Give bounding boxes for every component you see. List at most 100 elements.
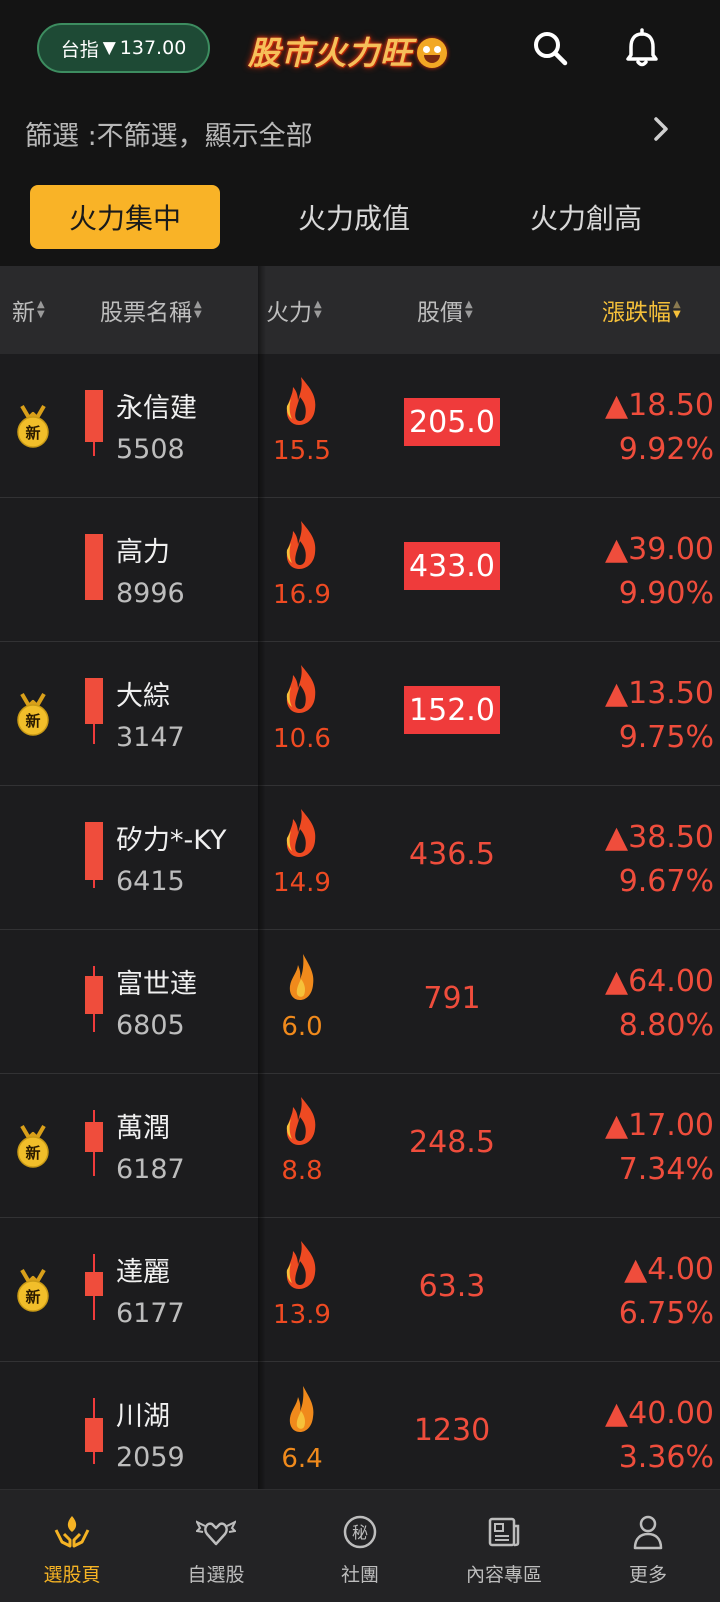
index-label: 台指 <box>60 38 99 61</box>
stock-name: 達麗 <box>116 1257 170 1288</box>
flame-icon <box>286 521 316 569</box>
change-percent: 9.92% <box>618 432 714 467</box>
stock-name: 高力 <box>116 537 170 568</box>
candlestick-icon <box>85 822 103 888</box>
bottom-nav: 選股頁 自選股 秘 社團 內容專區 更多 <box>0 1489 720 1602</box>
nav-more[interactable]: 更多 <box>576 1490 720 1602</box>
tab-fire-high[interactable]: 火力創高 <box>490 185 682 249</box>
frozen-column-shadow <box>258 266 266 1489</box>
nav-label: 內容專區 <box>465 1564 542 1586</box>
stock-row-2059[interactable]: 新 川湖 2059 6.4 1230 ▲40.00 3.36% <box>0 1362 720 1506</box>
stock-row-6415[interactable]: 新 矽力*-KY 6415 14.9 436.5 ▲38.50 9.67% <box>0 786 720 930</box>
stock-row-3147[interactable]: 新 大綜 3147 10.6 152.0 ▲13.50 9.75% <box>0 642 720 786</box>
price-change: ▲18.50 9.92% <box>605 384 714 472</box>
svg-text:新: 新 <box>25 1144 40 1162</box>
change-percent: 7.34% <box>618 1152 714 1187</box>
col-fire[interactable]: 火力 ▲ ▼ <box>266 266 322 354</box>
column-header-row: 新 ▲ ▼ 股票名稱 ▲ ▼ 火力 ▲ ▼ 股價 ▲ ▼ 漲跌幅 ▲ ▼ <box>0 266 720 354</box>
col-new[interactable]: 新 ▲ ▼ <box>12 266 45 354</box>
flame-icon <box>286 1097 316 1145</box>
hands-flame-icon <box>54 1516 90 1548</box>
svg-text:新: 新 <box>25 712 40 730</box>
candlestick-icon <box>85 1254 103 1320</box>
nav-label: 自選股 <box>187 1564 245 1586</box>
change-amount: ▲17.00 <box>605 1108 714 1143</box>
stock-name: 永信建 <box>116 393 197 424</box>
fire-value: 10.6 <box>273 724 331 754</box>
col-stock-name[interactable]: 股票名稱 ▲ ▼ <box>100 266 202 354</box>
stock-code: 8996 <box>116 578 185 609</box>
stock-row-8996[interactable]: 新 高力 8996 16.9 433.0 ▲39.00 9.90% <box>0 498 720 642</box>
stock-code: 5508 <box>116 434 185 465</box>
price-change: ▲17.00 7.34% <box>605 1104 714 1192</box>
change-amount: ▲39.00 <box>605 532 714 567</box>
filter-text: 篩選 :不篩選，顯示全部 <box>25 121 313 152</box>
nav-label: 更多 <box>628 1564 667 1586</box>
flame-icon <box>289 1386 314 1432</box>
search-icon[interactable] <box>530 28 570 68</box>
col-new-label: 新 <box>12 300 35 326</box>
svg-text:新: 新 <box>25 424 40 442</box>
tab-fire-turnover[interactable]: 火力成值 <box>258 185 450 249</box>
flame-icon <box>286 377 316 425</box>
col-fire-label: 火力 <box>266 300 312 326</box>
candlestick-icon <box>85 1110 103 1176</box>
sort-icon: ▲ ▼ <box>37 299 45 320</box>
sort-icon: ▲ ▼ <box>673 299 681 320</box>
fire-value: 6.0 <box>281 1012 323 1042</box>
bell-icon[interactable] <box>622 28 662 68</box>
flame-icon <box>286 665 316 713</box>
person-icon <box>633 1515 663 1550</box>
change-amount: ▲18.50 <box>605 388 714 423</box>
tab-fire-focus[interactable]: 火力集中 <box>30 185 220 249</box>
nav-community[interactable]: 秘 社團 <box>288 1490 432 1602</box>
down-arrow-icon: ▼ <box>102 38 116 58</box>
tab-bar: 火力集中 火力成值 火力創高 <box>0 164 720 266</box>
sort-icon: ▲ ▼ <box>465 299 473 320</box>
app-title: 股市火力旺 <box>248 28 448 74</box>
stock-row-5508[interactable]: 新 永信建 5508 15.5 205.0 ▲18.50 9.92% <box>0 354 720 498</box>
nav-watchlist[interactable]: 自選股 <box>144 1490 288 1602</box>
index-value: 137.00 <box>119 37 187 59</box>
change-percent: 3.36% <box>618 1440 714 1475</box>
nav-stock-picker[interactable]: 選股頁 <box>0 1490 144 1602</box>
top-bar: 台指 ▼ 137.00 股市火力旺 <box>0 0 720 100</box>
stock-price: 152.0 <box>404 686 500 734</box>
winged-heart-icon <box>196 1520 236 1546</box>
fire-value: 16.9 <box>273 580 331 610</box>
svg-text:秘: 秘 <box>352 1523 368 1542</box>
change-amount: ▲38.50 <box>605 820 714 855</box>
stock-row-6177[interactable]: 新 達麗 6177 13.9 63.3 ▲4.00 6.75% <box>0 1218 720 1362</box>
fire-value: 14.9 <box>273 868 331 898</box>
change-percent: 9.75% <box>618 720 714 755</box>
stock-name: 富世達 <box>116 969 197 1000</box>
stock-code: 6805 <box>116 1010 185 1041</box>
nav-content[interactable]: 內容專區 <box>432 1490 576 1602</box>
stock-name: 矽力*-KY <box>116 825 227 856</box>
col-change[interactable]: 漲跌幅 ▲ ▼ <box>602 266 681 354</box>
filter-bar[interactable]: 篩選 :不篩選，顯示全部 <box>0 100 720 164</box>
stock-name: 川湖 <box>116 1401 170 1432</box>
stock-row-6805[interactable]: 新 富世達 6805 6.0 791 ▲64.00 8.80% <box>0 930 720 1074</box>
app-title-text: 股市火力旺 <box>248 34 414 72</box>
price-change: ▲64.00 8.80% <box>605 960 714 1048</box>
fire-value: 15.5 <box>273 436 331 466</box>
news-icon <box>488 1517 520 1547</box>
sort-icon: ▲ ▼ <box>314 299 322 320</box>
stock-price: 205.0 <box>404 398 500 446</box>
stock-row-6187[interactable]: 新 萬潤 6187 8.8 248.5 ▲17.00 7.34% <box>0 1074 720 1218</box>
change-amount: ▲13.50 <box>605 676 714 711</box>
index-ticker-pill[interactable]: 台指 ▼ 137.00 <box>37 23 210 73</box>
sort-icon: ▲ ▼ <box>194 299 202 320</box>
change-percent: 9.67% <box>618 864 714 899</box>
stock-price: 1230 <box>413 1412 491 1448</box>
new-medal-icon: 新 <box>17 1124 49 1168</box>
flame-icon <box>289 954 314 1000</box>
new-medal-icon: 新 <box>17 404 49 448</box>
price-change: ▲4.00 6.75% <box>619 1248 714 1336</box>
candlestick-icon <box>85 534 103 600</box>
price-change: ▲40.00 3.36% <box>605 1392 714 1480</box>
stock-name: 大綜 <box>116 681 170 712</box>
candlestick-icon <box>85 1398 103 1464</box>
col-price[interactable]: 股價 ▲ ▼ <box>417 266 473 354</box>
